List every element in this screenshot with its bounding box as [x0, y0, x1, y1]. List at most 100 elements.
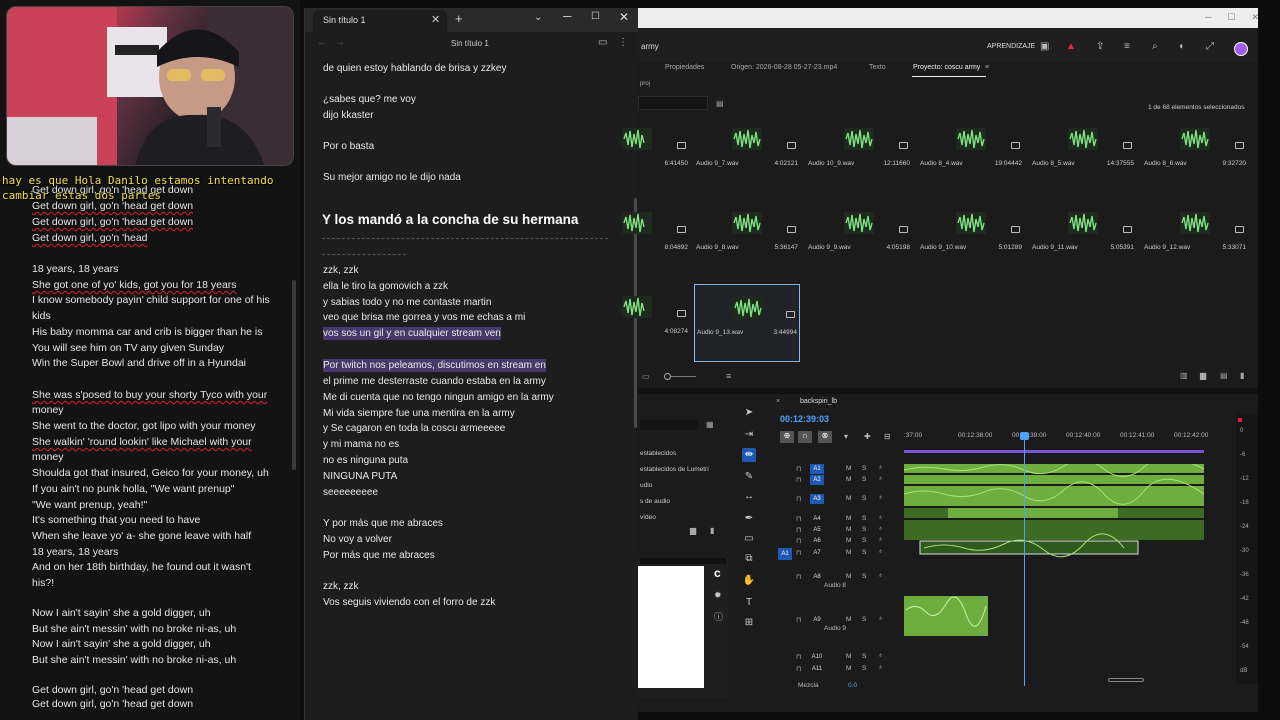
mute-button[interactable]: M: [846, 573, 851, 580]
folder-icon[interactable]: ▆: [690, 526, 696, 535]
mute-button[interactable]: M: [846, 465, 851, 472]
media-clip[interactable]: Audio 9_7.wav 4:02121: [694, 116, 800, 194]
pen-tool-icon[interactable]: ✒: [742, 512, 756, 526]
mute-button[interactable]: M: [846, 515, 851, 522]
effects-item[interactable]: establecidos: [640, 450, 676, 457]
solo-button[interactable]: S: [862, 549, 866, 556]
media-clip[interactable]: Audio 9_12.wav 5:33071: [1142, 200, 1248, 278]
fullscreen-icon[interactable]: ⤢: [1206, 41, 1214, 52]
tab-sin-titulo[interactable]: Sin título 1 ✕: [313, 10, 447, 32]
solo-button[interactable]: S: [862, 537, 866, 544]
lock-icon[interactable]: ⊓: [796, 573, 801, 581]
list-view-icon[interactable]: ▭: [642, 372, 650, 381]
media-clip[interactable]: 8:04892: [582, 200, 690, 278]
solo-button[interactable]: S: [862, 465, 866, 472]
mute-button[interactable]: M: [846, 616, 851, 623]
playhead[interactable]: [1024, 434, 1025, 686]
mute-button[interactable]: M: [846, 549, 851, 556]
book-icon[interactable]: ▭: [598, 37, 607, 48]
audio-clips[interactable]: [904, 464, 1204, 684]
mic-icon[interactable]: ♁: [878, 536, 883, 543]
mic-icon[interactable]: ♁: [878, 475, 883, 482]
share-icon[interactable]: ⇪: [1096, 41, 1104, 52]
more-icon[interactable]: ⋮: [618, 37, 628, 48]
effects-icon[interactable]: ▦: [706, 420, 714, 429]
sort-icon[interactable]: ≡: [726, 371, 731, 381]
rectangle-tool-icon[interactable]: ▭: [742, 532, 756, 546]
automate-icon[interactable]: ▥: [1180, 371, 1188, 380]
mic-icon[interactable]: ♁: [878, 652, 883, 659]
snap-icon[interactable]: ∩: [798, 431, 812, 443]
solo-button[interactable]: S: [862, 526, 866, 533]
track-target[interactable]: A5: [810, 525, 824, 535]
marker-icon[interactable]: ▾: [844, 432, 848, 441]
close-window-icon[interactable]: ✕: [619, 10, 629, 24]
track-target[interactable]: A4: [810, 514, 824, 524]
effects-search-input[interactable]: [640, 420, 698, 430]
trash-icon[interactable]: ▮: [710, 526, 714, 535]
nest-icon[interactable]: ⊕: [780, 431, 794, 443]
media-clip[interactable]: Audio 9_13.wav 3:44994: [694, 284, 800, 362]
minimize-icon[interactable]: ─: [563, 9, 572, 23]
mic-icon[interactable]: ♁: [878, 464, 883, 471]
timecode[interactable]: 00:12:39:03: [780, 414, 829, 424]
lock-icon[interactable]: ⊓: [796, 549, 801, 557]
info-icon[interactable]: ⓘ: [714, 610, 723, 623]
track-target[interactable]: A1: [810, 464, 824, 474]
mute-button[interactable]: M: [846, 653, 851, 660]
mix-value[interactable]: 0.0: [848, 682, 857, 689]
track-target[interactable]: A3: [810, 494, 824, 504]
solo-button[interactable]: S: [862, 616, 866, 623]
chevron-down-icon[interactable]: ⌄: [534, 12, 542, 23]
mic-icon[interactable]: ♁: [878, 525, 883, 532]
mute-button[interactable]: M: [846, 495, 851, 502]
media-clip[interactable]: Audio 9_9.wav 4:05198: [806, 200, 912, 278]
mute-button[interactable]: M: [846, 526, 851, 533]
panel-tab[interactable]: ≡: [985, 64, 989, 71]
ripple-edit-icon[interactable]: ⇹: [742, 448, 756, 462]
media-clip[interactable]: Audio 8_6.wav 9:32720: [1142, 116, 1248, 194]
project-search-input[interactable]: [638, 96, 708, 110]
close-sequence-icon[interactable]: ×: [776, 398, 780, 405]
trash-icon[interactable]: ▮: [1240, 371, 1244, 380]
track-target[interactable]: A11: [810, 664, 824, 674]
notepad-heading[interactable]: Y los mandó a la concha de su hermana: [322, 212, 578, 227]
source-patch-a1[interactable]: A1: [778, 548, 792, 560]
panel-tab[interactable]: Origen: 2026-08-28 05-27-23.mp4: [731, 64, 837, 71]
mic-icon[interactable]: ♁: [878, 514, 883, 521]
panel-tab[interactable]: Propiedades: [665, 64, 704, 71]
solo-button[interactable]: S: [862, 476, 866, 483]
razor-tool-icon[interactable]: ✎: [742, 470, 756, 484]
track-target[interactable]: A9: [810, 615, 824, 625]
effects-item[interactable]: s de audio: [640, 498, 670, 505]
back-arrow-icon[interactable]: ←: [317, 37, 327, 48]
lock-icon[interactable]: ⊓: [796, 665, 801, 673]
new-tab-icon[interactable]: +: [455, 11, 463, 26]
bin-icon[interactable]: ▤: [716, 99, 724, 108]
effects-item[interactable]: udio: [640, 482, 652, 489]
slip-tool-icon[interactable]: ↔: [742, 490, 756, 504]
track-target[interactable]: A2: [810, 475, 824, 485]
effects-item[interactable]: vídeo: [640, 514, 656, 521]
solo-button[interactable]: S: [862, 653, 866, 660]
effects-item[interactable]: establecidos de Lumetri: [640, 466, 709, 473]
timeline-scrollbar[interactable]: [1108, 678, 1144, 682]
media-clip[interactable]: Audio 8_5.wav 14:37555: [1030, 116, 1136, 194]
hand-tool-icon[interactable]: ✋: [742, 574, 756, 588]
workspace-aprendizaje[interactable]: APRENDIZAJE: [987, 43, 1035, 50]
media-clip[interactable]: Audio 9_8.wav 5:36147: [694, 200, 800, 278]
maximize-icon[interactable]: ☐: [591, 11, 600, 22]
media-clip[interactable]: 4:08274: [582, 284, 690, 362]
solo-button[interactable]: S: [862, 573, 866, 580]
work-area-bar[interactable]: [904, 450, 1204, 453]
mute-button[interactable]: M: [846, 476, 851, 483]
solo-button[interactable]: S: [862, 515, 866, 522]
lock-icon[interactable]: ⊓: [796, 616, 801, 624]
wrench-icon[interactable]: ✚: [864, 432, 871, 441]
track-target[interactable]: A8: [810, 572, 824, 582]
menu-icon[interactable]: ≡: [1124, 41, 1130, 52]
mic-icon[interactable]: ♁: [878, 572, 883, 579]
media-clip[interactable]: 6:41450: [582, 116, 690, 194]
caption-tool-icon[interactable]: ⊞: [742, 616, 756, 630]
lock-icon[interactable]: ⊓: [796, 653, 801, 661]
